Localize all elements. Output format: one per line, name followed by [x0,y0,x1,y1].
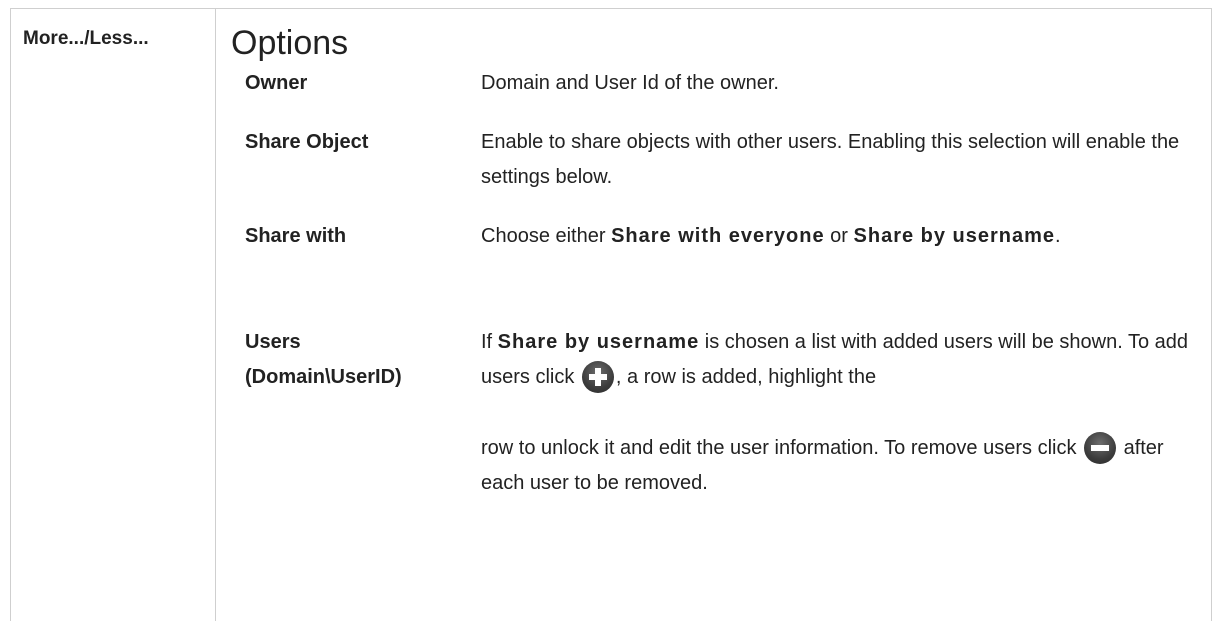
frame-right-border [1211,8,1212,621]
desc-users-p2: row to unlock it and edit the user infor… [481,431,1201,501]
column-divider [215,8,216,621]
desc-share-with-text-c: . [1055,225,1061,247]
frame-top-border [10,8,1212,9]
desc-owner: Domain and User Id of the owner. [481,72,779,94]
desc-share-with-text-a: Choose either [481,225,612,247]
term-share-with: Share with [245,225,347,247]
term-users-line1: Users [245,331,301,353]
desc-share-with-text-b: or [824,225,854,247]
more-less-toggle[interactable]: More.../Less... [23,28,149,50]
page-title: Options [231,24,349,62]
term-users: Users (Domain\UserID) [245,325,402,395]
add-user-icon [581,361,614,393]
term-share-object: Share Object [245,131,369,153]
remove-user-icon [1084,432,1117,464]
option-share-by-username: Share by username [853,225,1056,247]
desc-users-p1: If Share by username is chosen a list wi… [481,325,1201,395]
desc-users-text-d: row to unlock it and edit the user infor… [481,437,1083,459]
frame-left-border [10,8,11,621]
option-share-with-everyone: Share with everyone [611,225,825,247]
desc-share-with: Choose either Share with everyone or Sha… [481,219,1201,254]
desc-users-text-a: If [481,331,498,353]
desc-share-object: Enable to share objects with other users… [481,131,1180,188]
option-share-by-username-ref: Share by username [497,331,700,353]
desc-users-text-c: , a row is added, highlight the [615,366,877,388]
term-users-line2: (Domain\UserID) [245,366,402,388]
term-owner: Owner [245,72,308,94]
